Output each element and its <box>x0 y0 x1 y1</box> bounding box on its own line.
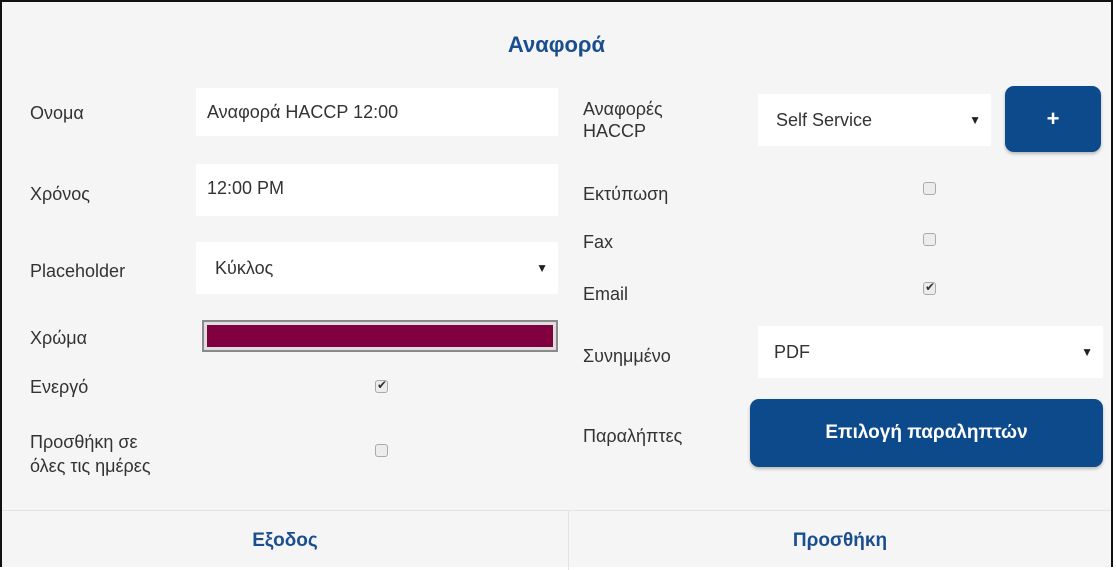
attachment-select[interactable]: PDF ▼ <box>758 326 1103 378</box>
haccp-label: Αναφορές HACCP <box>583 98 663 142</box>
name-value: Αναφορά HACCP 12:00 <box>207 102 399 122</box>
all-days-label-line1: Προσθήκη σε <box>30 432 138 452</box>
caret-down-icon: ▼ <box>536 261 548 275</box>
fax-checkbox[interactable] <box>923 233 936 246</box>
time-value: 12:00 PM <box>207 178 285 198</box>
haccp-value: Self Service <box>776 110 873 130</box>
report-dialog: Αναφορά Ονομα Αναφορά HACCP 12:00 Χρόνος… <box>0 0 1113 570</box>
attachment-value: PDF <box>774 342 810 362</box>
exit-button[interactable]: Εξοδος <box>2 511 568 570</box>
checkmark-icon: ✔ <box>377 378 388 392</box>
all-days-label-line2: όλες τις ημέρες <box>30 456 151 476</box>
caret-down-icon: ▼ <box>1081 345 1093 359</box>
attachment-label: Συνημμένο <box>583 346 671 366</box>
active-checkbox[interactable]: ✔ <box>375 378 388 393</box>
add-haccp-button[interactable]: + <box>1005 86 1101 152</box>
time-label: Χρόνος <box>30 184 90 204</box>
placeholder-value: Κύκλος <box>215 258 274 278</box>
dialog-footer: Εξοδος Προσθήκη <box>2 510 1111 570</box>
fax-label: Fax <box>583 232 614 252</box>
color-swatch-fill <box>207 325 553 347</box>
haccp-label-line1: Αναφορές <box>583 99 663 119</box>
print-label: Εκτύπωση <box>583 184 669 204</box>
haccp-label-line2: HACCP <box>583 121 647 141</box>
color-picker[interactable] <box>202 320 558 352</box>
time-field[interactable]: 12:00 PM <box>196 164 558 216</box>
select-recipients-button[interactable]: Επιλογή παραληπτών <box>750 399 1103 467</box>
all-days-label: Προσθήκη σε όλες τις ημέρες <box>30 430 151 478</box>
color-label: Χρώμα <box>30 328 88 348</box>
checkmark-icon: ✔ <box>925 280 936 294</box>
email-label: Email <box>583 284 629 304</box>
name-label: Ονομα <box>30 103 84 123</box>
name-field[interactable]: Αναφορά HACCP 12:00 <box>196 88 558 136</box>
all-days-checkbox[interactable] <box>375 444 388 457</box>
haccp-select[interactable]: Self Service ▼ <box>758 94 991 146</box>
email-checkbox[interactable]: ✔ <box>923 280 936 295</box>
print-checkbox[interactable] <box>923 182 936 195</box>
caret-down-icon: ▼ <box>969 113 981 127</box>
placeholder-label: Placeholder <box>30 261 126 281</box>
placeholder-select[interactable]: Κύκλος ▼ <box>196 242 558 294</box>
add-button[interactable]: Προσθήκη <box>569 511 1111 570</box>
recipients-label: Παραλήπτες <box>583 426 683 446</box>
active-label: Ενεργό <box>30 377 89 397</box>
dialog-title: Αναφορά <box>507 32 606 57</box>
